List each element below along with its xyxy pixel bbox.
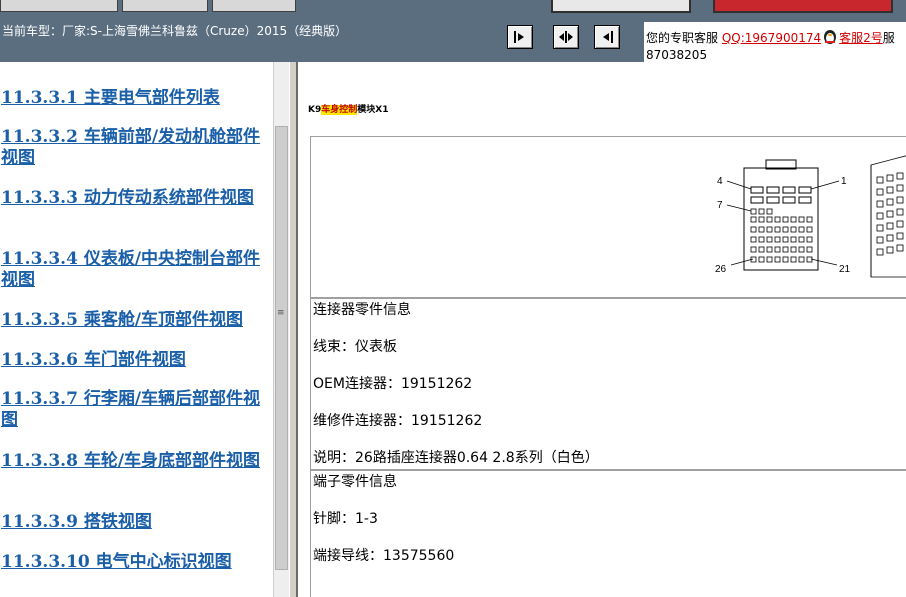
service-connector-text: 维修件连接器：19151262	[313, 413, 483, 429]
pin-label-1: 1	[841, 176, 847, 187]
pin-label-7: 7	[717, 200, 723, 211]
arrow-left-bar-icon	[603, 31, 613, 43]
customer-service-panel: 您的专职客服 QQ:1967900174 客服2号服 87038205	[644, 22, 906, 62]
scrollbar-grip-icon: ≡	[277, 308, 285, 318]
service-tail: 服	[882, 31, 895, 45]
pane-splitter[interactable]	[289, 62, 298, 597]
top-menu-button-3[interactable]	[212, 0, 296, 12]
toc-item[interactable]: 11.3.3.8 车轮/车身底部部件视图	[1, 451, 273, 472]
toc-item[interactable]: 11.3.3.2 车辆前部/发动机舱部件视图	[1, 127, 273, 169]
toc-panel: 11.3.3.1 主要电气部件列表 11.3.3.2 车辆前部/发动机舱部件视图…	[0, 62, 273, 597]
module-suffix: 模块X1	[357, 105, 389, 115]
description-text: 说明：26路插座连接器0.64 2.8系列（白色）	[313, 450, 599, 466]
toc-item[interactable]: 11.3.3.4 仪表板/中央控制台部件视图	[1, 249, 273, 291]
connector-figure: 4 1 7 26 21	[310, 136, 906, 298]
connector-info-section: 连接器零件信息 线束：仪表板 OEM连接器：19151262 维修件连接器：19…	[310, 298, 906, 470]
module-highlight: 车身控制	[321, 105, 358, 115]
terminal-info-heading: 端子零件信息	[313, 474, 397, 490]
toc-item[interactable]: 11.3.3.9 搭铁视图	[1, 512, 273, 533]
terminal-info-section: 端子零件信息 针脚：1-3 端接导线：13575560	[310, 470, 906, 597]
toc-item[interactable]: 11.3.3.1 主要电气部件列表	[1, 88, 273, 109]
connector-diagram: 4 1 7 26 21	[715, 155, 906, 278]
terminated-wire-text: 端接导线：13575560	[313, 548, 455, 564]
scrollbar-thumb[interactable]	[275, 126, 288, 570]
toc-item[interactable]: 11.3.3.6 车门部件视图	[1, 350, 273, 371]
content-panel: K9车身控制模块X1 4 1 7 26 21 连接器零件信息 线束：仪表板 OE…	[298, 62, 906, 597]
qq-penguin-icon[interactable]	[821, 28, 839, 44]
connector-info-heading: 连接器零件信息	[313, 302, 411, 318]
top-menu-button-2[interactable]	[122, 0, 208, 12]
pin-range-text: 针脚：1-3	[313, 511, 378, 527]
pin-label-21: 21	[839, 264, 851, 275]
toc-item[interactable]: 11.3.3.7 行李厢/车辆后部部件视图	[1, 389, 273, 431]
pin-label-26: 26	[715, 264, 727, 275]
module-code: K9	[308, 105, 322, 115]
toc-item[interactable]: 11.3.3.10 电气中心标识视图	[1, 552, 273, 573]
toc-item[interactable]: 11.3.3.5 乘客舱/车顶部件视图	[1, 310, 273, 331]
kefu-link[interactable]: 客服2号	[839, 31, 883, 45]
top-banner-button-1[interactable]	[551, 0, 691, 13]
split-arrows-icon	[559, 31, 573, 43]
toc-scrollbar[interactable]: ≡	[273, 62, 289, 597]
module-title: K9车身控制模块X1	[308, 102, 388, 115]
top-menu-button-1[interactable]	[0, 0, 118, 12]
qq-link[interactable]: QQ:1967900174	[722, 31, 821, 45]
split-view-button[interactable]	[553, 25, 579, 49]
expand-left-button[interactable]	[594, 25, 620, 49]
top-banner-button-2[interactable]	[713, 0, 893, 13]
harness-text: 线束：仪表板	[313, 339, 397, 355]
current-car-model: 当前车型：厂家:S-上海雪佛兰科鲁兹（Cruze）2015（经典版）	[2, 24, 348, 38]
oem-connector-text: OEM连接器：19151262	[313, 376, 473, 392]
service-label: 您的专职客服	[646, 31, 719, 45]
pin-label-4: 4	[717, 176, 723, 187]
expand-right-button[interactable]	[507, 25, 533, 49]
toc-item[interactable]: 11.3.3.3 动力传动系统部件视图	[1, 188, 273, 209]
arrow-right-bar-icon	[514, 31, 524, 43]
